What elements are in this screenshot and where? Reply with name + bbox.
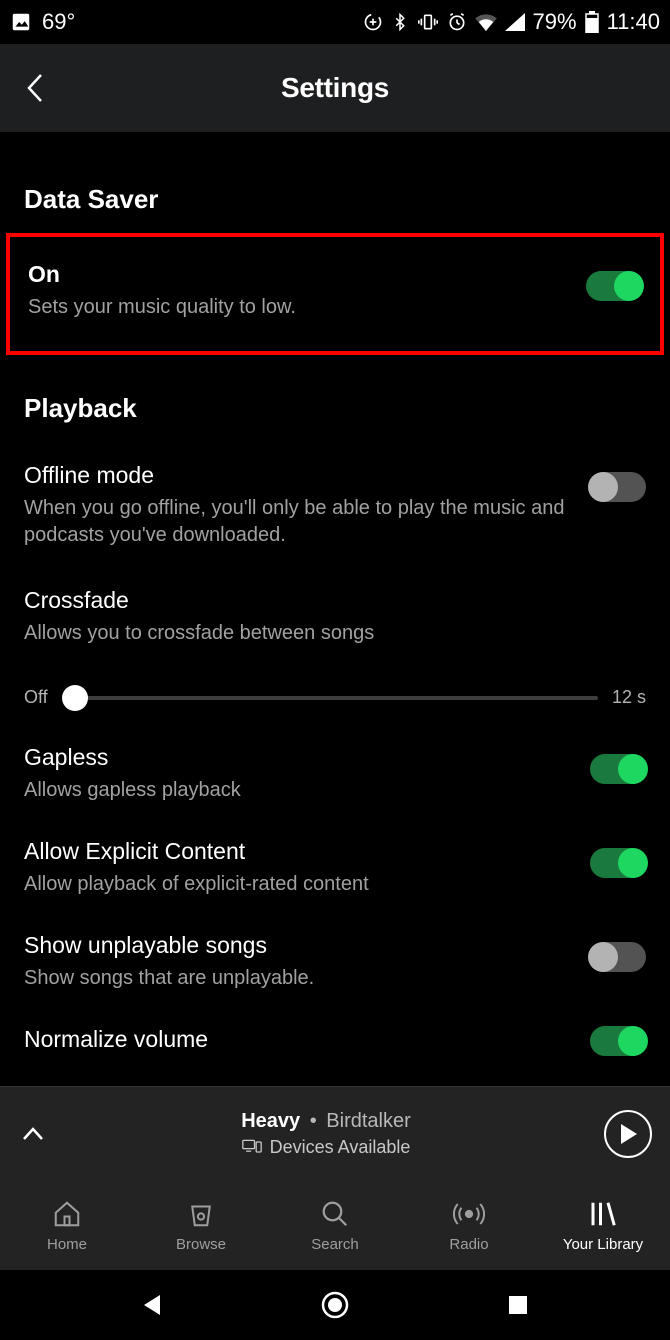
setting-offline-mode[interactable]: Offline mode When you go offline, you'll… <box>0 446 670 565</box>
setting-unplayable[interactable]: Show unplayable songs Show songs that ar… <box>0 914 670 1008</box>
now-playing-bar[interactable]: Heavy • Birdtalker Devices Available <box>0 1086 670 1180</box>
tab-label: Your Library <box>563 1236 643 1253</box>
library-icon <box>588 1198 618 1230</box>
android-recent-button[interactable] <box>503 1290 533 1320</box>
status-temperature: 69° <box>42 9 75 35</box>
setting-desc: Allows gapless playback <box>24 777 570 804</box>
setting-title: Gapless <box>24 744 570 771</box>
crossfade-slider-row: Off 12 s <box>0 657 670 726</box>
android-nav-bar <box>0 1270 670 1340</box>
bluetooth-icon <box>391 11 409 33</box>
status-bar: 69° 79% 11:40 <box>0 0 670 44</box>
now-playing-track: Heavy • Birdtalker <box>48 1110 604 1133</box>
devices-available[interactable]: Devices Available <box>48 1137 604 1158</box>
setting-normalize[interactable]: Normalize volume <box>0 1008 670 1069</box>
data-saver-toggle[interactable] <box>586 271 642 301</box>
chevron-up-icon[interactable] <box>18 1126 48 1142</box>
setting-title: Offline mode <box>24 462 570 489</box>
setting-desc: Allow playback of explicit-rated content <box>24 871 570 898</box>
back-button[interactable] <box>20 72 52 104</box>
radio-icon <box>453 1198 485 1230</box>
offline-mode-toggle[interactable] <box>590 472 646 502</box>
section-header-data-saver: Data Saver <box>0 184 670 215</box>
battery-percentage: 79% <box>533 9 577 35</box>
battery-icon <box>585 11 599 33</box>
track-separator: • <box>310 1110 317 1132</box>
gapless-toggle[interactable] <box>590 754 646 784</box>
setting-explicit[interactable]: Allow Explicit Content Allow playback of… <box>0 820 670 914</box>
tab-label: Radio <box>449 1236 488 1253</box>
tab-radio[interactable]: Radio <box>402 1198 536 1253</box>
devices-label: Devices Available <box>270 1137 411 1158</box>
setting-title: Allow Explicit Content <box>24 838 570 865</box>
search-icon <box>320 1198 350 1230</box>
slider-thumb[interactable] <box>62 685 88 711</box>
home-icon <box>52 1198 82 1230</box>
explicit-toggle[interactable] <box>590 848 646 878</box>
play-button[interactable] <box>604 1110 652 1158</box>
tab-home[interactable]: Home <box>0 1198 134 1253</box>
setting-desc: When you go offline, you'll only be able… <box>24 495 570 549</box>
tab-library[interactable]: Your Library <box>536 1198 670 1253</box>
settings-content: Data Saver On Sets your music quality to… <box>0 132 670 1086</box>
crossfade-slider[interactable] <box>62 696 598 700</box>
browse-icon <box>186 1198 216 1230</box>
setting-gapless[interactable]: Gapless Allows gapless playback <box>0 726 670 820</box>
alarm-icon <box>447 12 467 32</box>
unplayable-toggle[interactable] <box>590 942 646 972</box>
setting-title: On <box>28 261 566 288</box>
setting-desc: Allows you to crossfade between songs <box>24 620 626 647</box>
highlighted-setting: On Sets your music quality to low. <box>6 233 664 355</box>
setting-title: Normalize volume <box>24 1026 570 1053</box>
tab-label: Home <box>47 1236 87 1253</box>
tab-label: Browse <box>176 1236 226 1253</box>
setting-desc: Show songs that are unplayable. <box>24 965 570 992</box>
tab-search[interactable]: Search <box>268 1198 402 1253</box>
setting-title: Show unplayable songs <box>24 932 570 959</box>
slider-min-label: Off <box>24 687 48 708</box>
setting-data-saver[interactable]: On Sets your music quality to low. <box>10 251 660 331</box>
vibrate-icon <box>417 12 439 32</box>
android-home-button[interactable] <box>320 1290 350 1320</box>
track-artist: Birdtalker <box>326 1110 410 1132</box>
setting-title: Crossfade <box>24 587 626 614</box>
track-title: Heavy <box>241 1110 300 1132</box>
page-title: Settings <box>0 72 670 104</box>
bottom-tabs: Home Browse Search Radio Your Library <box>0 1180 670 1270</box>
pictures-icon <box>10 11 32 33</box>
android-back-button[interactable] <box>137 1290 167 1320</box>
status-time: 11:40 <box>607 9 660 35</box>
data-saver-status-icon <box>363 12 383 32</box>
tab-browse[interactable]: Browse <box>134 1198 268 1253</box>
setting-crossfade: Crossfade Allows you to crossfade betwee… <box>0 565 670 657</box>
devices-icon <box>242 1139 262 1155</box>
section-header-playback: Playback <box>0 393 670 424</box>
settings-navbar: Settings <box>0 44 670 132</box>
normalize-toggle[interactable] <box>590 1026 646 1056</box>
cell-signal-icon <box>505 13 525 31</box>
slider-max-label: 12 s <box>612 687 646 708</box>
wifi-icon <box>475 13 497 31</box>
setting-desc: Sets your music quality to low. <box>28 294 566 321</box>
tab-label: Search <box>311 1236 359 1253</box>
